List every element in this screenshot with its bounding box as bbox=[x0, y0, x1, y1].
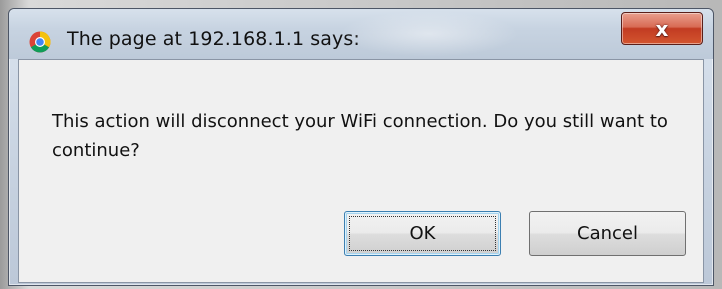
dialog-body: This action will disconnect your WiFi co… bbox=[18, 59, 704, 283]
alert-dialog: The page at 192.168.1.1 says: x This act… bbox=[8, 8, 714, 286]
ok-button[interactable]: OK bbox=[344, 211, 501, 256]
cancel-button[interactable]: Cancel bbox=[529, 211, 686, 256]
close-icon: x bbox=[655, 16, 669, 41]
dialog-title: The page at 192.168.1.1 says: bbox=[67, 28, 360, 50]
focus-ring bbox=[349, 216, 496, 251]
dialog-message: This action will disconnect your WiFi co… bbox=[52, 111, 668, 161]
chrome-icon bbox=[29, 31, 51, 53]
title-bar[interactable]: The page at 192.168.1.1 says: x bbox=[9, 9, 713, 59]
close-button[interactable]: x bbox=[621, 12, 703, 45]
cancel-button-label: Cancel bbox=[577, 223, 638, 244]
